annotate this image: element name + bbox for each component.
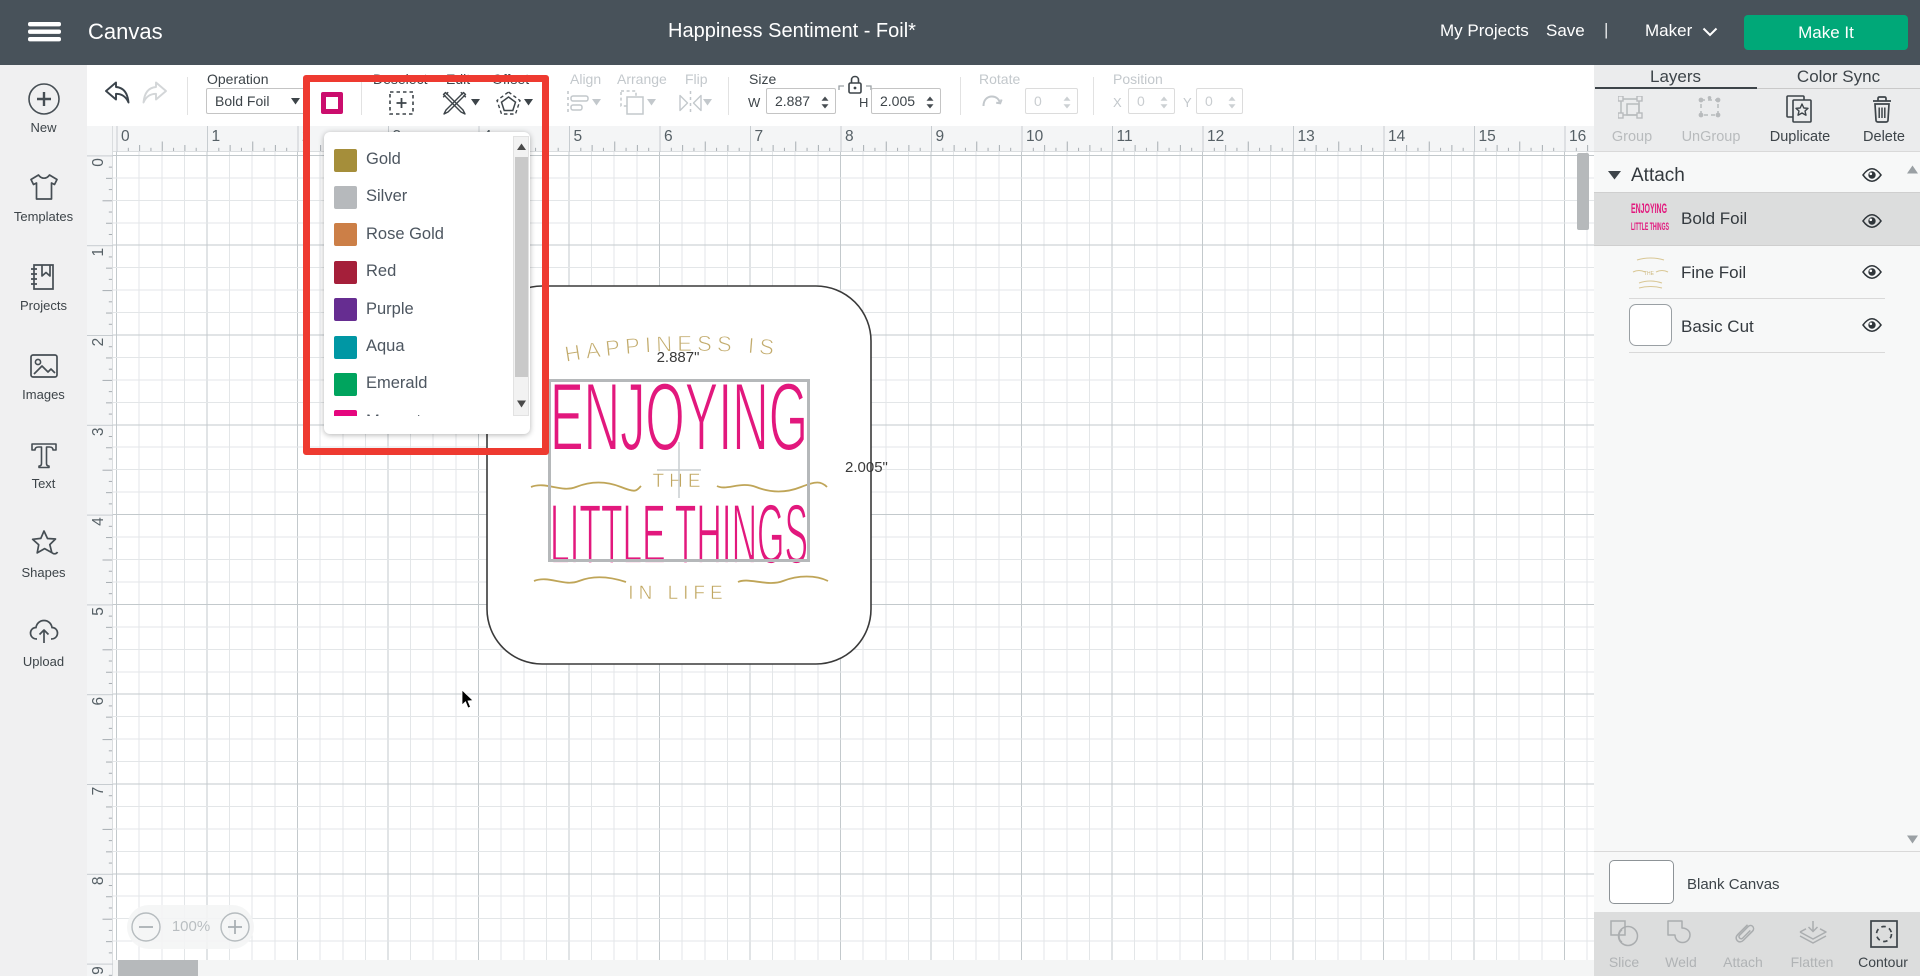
svg-text:5: 5 xyxy=(574,128,583,145)
svg-text:12: 12 xyxy=(1207,128,1224,145)
svg-text:10: 10 xyxy=(1026,128,1044,145)
svg-text:LITTLE THINGS: LITTLE THINGS xyxy=(1631,220,1669,233)
svg-text:6: 6 xyxy=(90,697,107,706)
svg-text:3: 3 xyxy=(90,427,107,436)
svg-text:9: 9 xyxy=(90,966,107,975)
svg-text:0: 0 xyxy=(90,158,107,167)
svg-text:8: 8 xyxy=(90,876,107,885)
svg-text:2: 2 xyxy=(90,338,107,347)
svg-text:7: 7 xyxy=(755,128,764,145)
svg-text:14: 14 xyxy=(1388,128,1406,145)
svg-text:6: 6 xyxy=(664,128,673,145)
svg-text:ENJOYING: ENJOYING xyxy=(1631,202,1667,217)
svg-text:1: 1 xyxy=(212,128,221,145)
svg-text:11: 11 xyxy=(1117,128,1133,145)
svg-text:1: 1 xyxy=(90,248,107,257)
svg-text:5: 5 xyxy=(90,607,107,616)
svg-text:IN LIFE: IN LIFE xyxy=(628,583,727,604)
svg-text:8: 8 xyxy=(845,128,854,145)
svg-text:16: 16 xyxy=(1569,128,1586,145)
svg-text:13: 13 xyxy=(1298,128,1315,145)
svg-text:9: 9 xyxy=(936,128,945,145)
svg-text:THE: THE xyxy=(1644,271,1655,277)
svg-text:15: 15 xyxy=(1479,128,1496,145)
svg-text:4: 4 xyxy=(90,517,107,526)
svg-text:0: 0 xyxy=(121,128,130,145)
svg-text:7: 7 xyxy=(90,787,107,796)
